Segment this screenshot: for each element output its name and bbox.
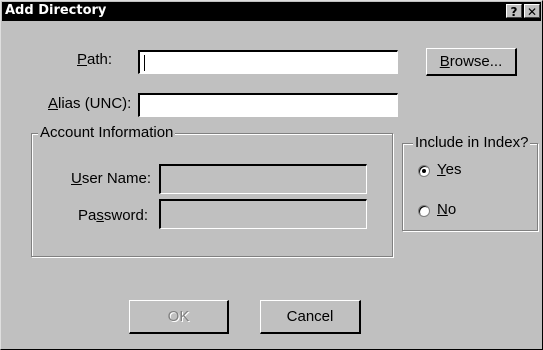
ok-button[interactable]: OK [129, 300, 229, 334]
radio-no-label: No [437, 201, 457, 218]
close-button[interactable]: ✕ [524, 4, 540, 19]
password-field[interactable] [159, 199, 367, 229]
password-input[interactable] [161, 201, 366, 228]
alias-input[interactable] [140, 95, 397, 116]
alias-label: Alias (UNC): [48, 95, 132, 112]
text-caret [144, 55, 145, 71]
alias-field[interactable] [138, 93, 398, 117]
radio-yes[interactable]: Yes [418, 161, 478, 181]
user-name-field[interactable] [159, 164, 367, 194]
include-in-index-title: Include in Index? [413, 134, 531, 151]
close-icon: ✕ [526, 5, 538, 19]
add-directory-dialog: Add Directory ? ✕ Path: Browse... Alias … [0, 0, 543, 350]
user-name-input[interactable] [161, 166, 366, 193]
account-information-group [31, 133, 393, 257]
radio-no-circle[interactable] [418, 205, 430, 217]
path-input[interactable] [140, 52, 397, 73]
radio-selected-dot [422, 169, 426, 173]
title-bar[interactable]: Add Directory ? ✕ [2, 2, 541, 21]
password-label: Password: [78, 207, 149, 224]
window-title: Add Directory [5, 3, 107, 18]
path-field[interactable] [138, 50, 398, 74]
path-label: Path: [77, 51, 113, 68]
radio-yes-label: Yes [437, 161, 462, 178]
account-information-title: Account Information [38, 124, 176, 141]
browse-button[interactable]: Browse... [426, 48, 517, 76]
cancel-button[interactable]: Cancel [260, 300, 361, 334]
radio-yes-circle[interactable] [418, 165, 430, 177]
radio-no[interactable]: No [418, 201, 478, 221]
help-button[interactable]: ? [506, 4, 522, 19]
help-icon: ? [510, 5, 518, 19]
user-name-label: User Name: [71, 170, 152, 187]
